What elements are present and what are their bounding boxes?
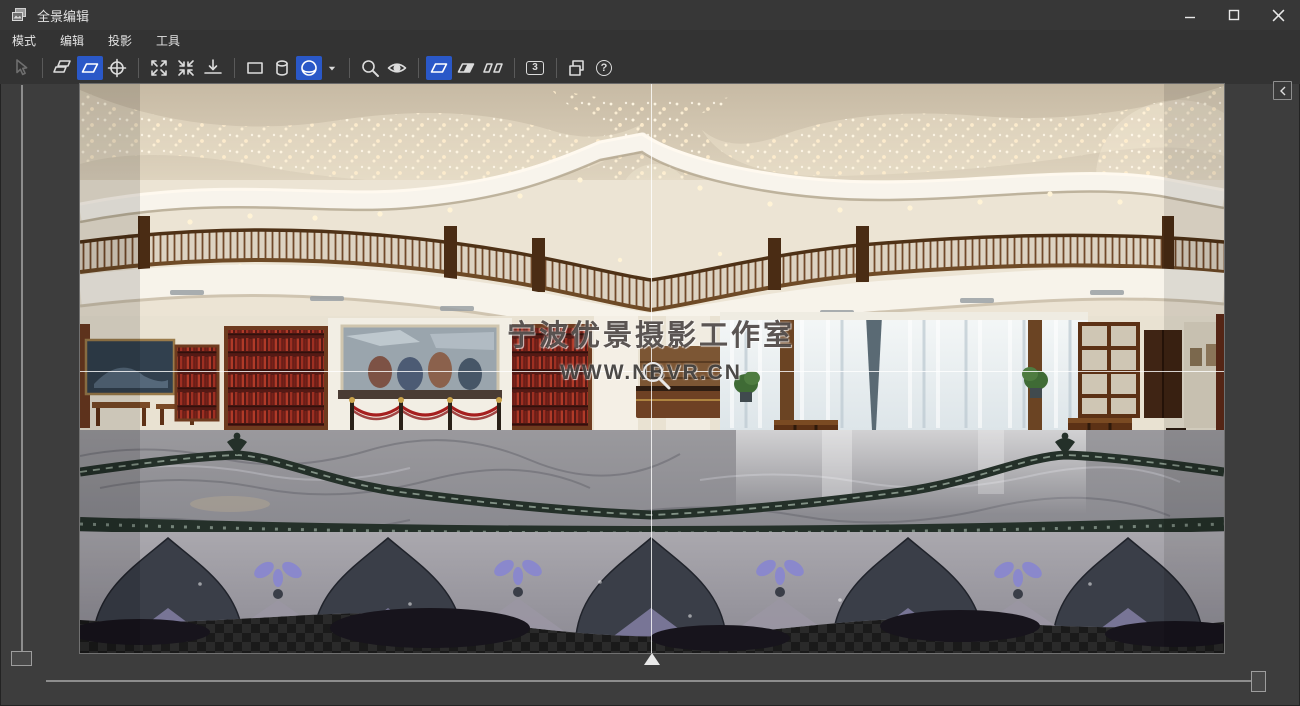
cylinder-projection-button[interactable] <box>269 56 295 80</box>
center-position-marker <box>644 653 660 665</box>
split-view-button[interactable] <box>453 56 479 80</box>
menu-bar: 模式 编辑 投影 工具 <box>0 30 1300 52</box>
toolbar-separator <box>234 58 235 78</box>
panorama-editor-window: 全景编辑 模式 编辑 投影 工具 <box>0 0 1300 706</box>
toolbar-separator <box>349 58 350 78</box>
toolbar-separator <box>556 58 557 78</box>
maximize-button[interactable] <box>1212 0 1256 30</box>
help-button[interactable]: ? <box>591 56 617 80</box>
title-bar: 全景编辑 <box>0 0 1300 30</box>
vertical-slider-handle[interactable] <box>11 651 32 666</box>
sphere-projection-button[interactable] <box>296 56 322 80</box>
horizontal-slider-handle[interactable] <box>1251 671 1266 692</box>
stacked-layers-tool-button[interactable] <box>50 56 76 80</box>
grid-3-view-button[interactable]: 3 <box>522 56 548 80</box>
panorama-canvas[interactable]: 宁波优景摄影工作室 WWW.NBVR.CN <box>80 84 1224 653</box>
menu-projection[interactable]: 投影 <box>96 29 144 53</box>
toolbar-separator <box>42 58 43 78</box>
pointer-tool-button <box>8 56 34 80</box>
toolbar-separator <box>138 58 139 78</box>
toolbar: 3 ? <box>0 52 1300 84</box>
window-title: 全景编辑 <box>37 6 89 25</box>
expand-view-button[interactable] <box>146 56 172 80</box>
dual-view-button[interactable] <box>480 56 506 80</box>
toolbar-separator <box>514 58 515 78</box>
flat-projection-button[interactable] <box>242 56 268 80</box>
preview-eye-button[interactable] <box>384 56 410 80</box>
help-icon: ? <box>596 60 612 76</box>
polygon-tool-button[interactable] <box>77 56 103 80</box>
snap-horizon-button[interactable] <box>200 56 226 80</box>
vertical-slider-track[interactable] <box>21 85 23 652</box>
crosshair-target-tool-button[interactable] <box>104 56 130 80</box>
single-view-button[interactable] <box>426 56 452 80</box>
minimize-button[interactable] <box>1168 0 1212 30</box>
grid-3-icon: 3 <box>526 61 544 75</box>
menu-mode[interactable]: 模式 <box>0 29 48 53</box>
menu-edit[interactable]: 编辑 <box>48 29 96 53</box>
app-icon <box>10 6 28 24</box>
projection-dropdown-button[interactable] <box>323 56 341 80</box>
panel-collapse-button[interactable] <box>1273 81 1292 100</box>
horizontal-slider-track[interactable] <box>46 680 1258 682</box>
magnifier-cursor-icon <box>640 359 680 399</box>
zoom-tool-button[interactable] <box>357 56 383 80</box>
copy-layers-button[interactable] <box>564 56 590 80</box>
close-button[interactable] <box>1256 0 1300 30</box>
toolbar-separator <box>418 58 419 78</box>
menu-tools[interactable]: 工具 <box>144 29 192 53</box>
shrink-view-button[interactable] <box>173 56 199 80</box>
